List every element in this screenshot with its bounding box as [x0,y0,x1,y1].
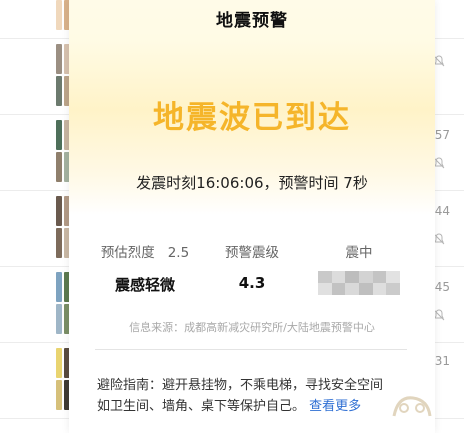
avatar-tile [56,196,62,226]
intensity-value: 震感轻微 [114,276,175,294]
intensity-column: 预估烈度 2.5 震感轻微 [95,241,195,295]
mosaic-block [359,283,373,295]
avatar-tile [56,380,62,410]
avatar [56,0,70,30]
guide-text-row2: 如卫生间、墙角、桌下等保护自己。 查看更多 [97,396,413,417]
avatar-tile [56,44,62,74]
intensity-label-row: 预估烈度 2.5 [95,241,195,261]
epicenter-column: 震中 [309,241,409,295]
magnitude-value: 4.3 [238,274,266,292]
dialog-title: 地震预警 [216,11,288,31]
magnitude-column: 预警震级 4.3 [211,241,293,292]
safety-guide: 避险指南：避开悬挂物，不乘电梯，寻找安全空间 如卫生间、墙角、桌下等保护自己。 … [97,375,413,417]
avatar-tile [56,76,62,106]
intensity-level: 2.5 [167,245,190,261]
avatar-tile [56,152,62,182]
avatar [56,272,70,334]
mosaic-block [386,271,400,283]
warning-headline: 地震波已到达 [153,100,351,136]
avatar [56,120,70,182]
avatar-tile [56,348,62,378]
mosaic-block [345,283,359,295]
guide-text-line2: 如卫生间、墙角、桌下等保护自己。 [97,399,306,414]
intensity-label: 预估烈度 [100,245,155,261]
mosaic-block [359,271,373,283]
info-source: 信息来源：成都高新减灾研究所/大陆地震预警中心 [129,321,375,334]
avatar-tile [56,272,62,302]
quake-time-line: 发震时刻16:06:06，预警时间 7秒 [136,174,368,192]
avatar-tile [56,228,62,258]
mosaic-block [318,271,332,283]
guide-text-line1: 避险指南：避开悬挂物，不乘电梯，寻找安全空间 [97,378,384,393]
avatar-tile [56,304,62,334]
avatar-tile [56,0,62,30]
earthquake-warning-dialog: 地震预警 地震波已到达 发震时刻16:06:06，预警时间 7秒 预估烈度 2.… [69,0,435,433]
mosaic-block [372,283,387,295]
magnitude-label: 预警震级 [225,245,279,261]
divider [95,349,407,350]
avatar [56,196,70,258]
mosaic-block [372,271,387,283]
mosaic-block [331,271,346,283]
mosaic-block [386,283,400,295]
avatar [56,348,70,410]
epicenter-label: 震中 [345,245,373,261]
epicenter-value-mosaic [318,271,400,295]
mosaic-block [345,271,359,283]
view-more-link[interactable]: 查看更多 [309,399,361,414]
avatar [56,44,70,106]
avatar-tile [56,120,62,150]
mosaic-block [318,283,332,295]
mosaic-block [331,283,346,295]
watermark-logo-icon [392,396,432,417]
